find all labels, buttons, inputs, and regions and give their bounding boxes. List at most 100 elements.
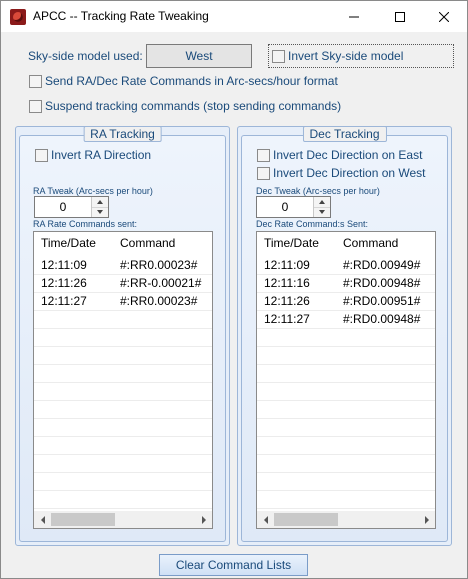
invert-dec-east-checkbox[interactable]: Invert Dec Direction on East xyxy=(257,148,422,162)
sky-model-value: West xyxy=(146,44,252,68)
chevron-up-icon xyxy=(319,200,325,204)
invert-dec-west-checkbox[interactable]: Invert Dec Direction on West xyxy=(257,166,426,180)
empty-row xyxy=(257,401,435,419)
dec-tracking-group: Dec Tracking Invert Dec Direction on Eas… xyxy=(237,126,452,546)
chevron-down-icon xyxy=(97,210,103,214)
dec-tweak-spinner[interactable]: 0 xyxy=(256,196,331,218)
dec-tracking-title: Dec Tracking xyxy=(302,126,387,142)
table-row[interactable]: 12:11:09 #:RD0.00949# xyxy=(257,257,435,275)
app-window: APCC -- Tracking Rate Tweaking Sky-side … xyxy=(0,0,468,579)
table-row[interactable]: 12:11:09 #:RR0.00023# xyxy=(34,257,212,275)
empty-row xyxy=(34,455,212,473)
clear-command-lists-button[interactable]: Clear Command Lists xyxy=(159,554,308,576)
column-header-time[interactable]: Time/Date xyxy=(264,232,319,254)
command-cell: #:RR0.00023# xyxy=(120,258,198,272)
spinner-down-button[interactable] xyxy=(92,207,108,217)
horizontal-scrollbar[interactable] xyxy=(257,511,435,528)
checkbox-box[interactable] xyxy=(29,74,42,88)
suspend-tracking-label: Suspend tracking commands (stop sending … xyxy=(45,99,342,113)
column-header-command[interactable]: Command xyxy=(120,232,175,254)
column-header-time[interactable]: Time/Date xyxy=(41,232,96,254)
sky-model-label: Sky-side model used: xyxy=(28,49,143,63)
dec-commands-list[interactable]: Time/Date Command 12:11:09 #:RD0.00949# … xyxy=(256,231,436,529)
empty-row xyxy=(257,491,435,509)
table-row[interactable]: 12:11:26 #:RR-0.00021# xyxy=(34,275,212,293)
ra-sent-label: RA Rate Commands sent: xyxy=(33,219,138,229)
time-cell: 12:11:26 xyxy=(264,294,310,308)
list-header: Time/Date Command xyxy=(34,232,212,254)
empty-row xyxy=(257,473,435,491)
empty-row xyxy=(34,329,212,347)
spinner-arrows xyxy=(91,197,108,217)
chevron-left-icon xyxy=(40,515,45,524)
time-cell: 12:11:27 xyxy=(41,294,87,308)
scroll-right-button[interactable] xyxy=(418,511,435,528)
dec-tweak-label: Dec Tweak (Arc-secs per hour) xyxy=(256,186,380,196)
checkbox-box[interactable] xyxy=(257,166,270,180)
close-icon xyxy=(439,11,449,22)
empty-row xyxy=(34,473,212,491)
send-arcsecs-label: Send RA/Dec Rate Commands in Arc-secs/ho… xyxy=(45,74,338,88)
scrollbar-thumb[interactable] xyxy=(274,513,338,526)
command-cell: #:RD0.00948# xyxy=(343,276,421,290)
dec-tweak-value[interactable]: 0 xyxy=(257,197,313,217)
command-cell: #:RR-0.00021# xyxy=(120,276,202,290)
invert-sky-model-label: Invert Sky-side model xyxy=(288,49,404,63)
spinner-down-button[interactable] xyxy=(314,207,330,217)
command-cell: #:RD0.00948# xyxy=(343,312,421,326)
table-row[interactable]: 12:11:16 #:RD0.00948# xyxy=(257,275,435,293)
table-row[interactable]: 12:11:26 #:RD0.00951# xyxy=(257,293,435,311)
close-button[interactable] xyxy=(421,1,467,32)
checkbox-box[interactable] xyxy=(272,49,285,63)
time-cell: 12:11:16 xyxy=(264,276,310,290)
table-row[interactable]: 12:11:27 #:RR0.00023# xyxy=(34,293,212,311)
empty-row xyxy=(34,311,212,329)
time-cell: 12:11:26 xyxy=(41,276,87,290)
empty-row xyxy=(257,347,435,365)
ra-tweak-label: RA Tweak (Arc-secs per hour) xyxy=(33,186,153,196)
empty-row xyxy=(257,437,435,455)
scroll-left-button[interactable] xyxy=(34,511,51,528)
empty-row xyxy=(257,419,435,437)
suspend-tracking-checkbox[interactable]: Suspend tracking commands (stop sending … xyxy=(29,99,341,113)
checkbox-box[interactable] xyxy=(29,99,42,113)
table-row[interactable]: 12:11:27 #:RD0.00948# xyxy=(257,311,435,329)
chevron-right-icon xyxy=(201,515,206,524)
window-title: APCC -- Tracking Rate Tweaking xyxy=(33,9,209,23)
scrollbar-thumb[interactable] xyxy=(51,513,115,526)
time-cell: 12:11:09 xyxy=(41,258,87,272)
title-bar: APCC -- Tracking Rate Tweaking xyxy=(1,1,467,32)
minimize-button[interactable] xyxy=(331,1,377,32)
list-header: Time/Date Command xyxy=(257,232,435,254)
ra-tweak-value[interactable]: 0 xyxy=(35,197,91,217)
command-cell: #:RD0.00949# xyxy=(343,258,421,272)
app-icon xyxy=(10,9,26,25)
invert-sky-model-row[interactable]: Invert Sky-side model xyxy=(272,49,403,63)
empty-row xyxy=(34,365,212,383)
checkbox-box[interactable] xyxy=(35,148,48,162)
empty-row xyxy=(257,329,435,347)
time-cell: 12:11:09 xyxy=(264,258,310,272)
command-cell: #:RD0.00951# xyxy=(343,294,421,308)
checkbox-box[interactable] xyxy=(257,148,270,162)
chevron-left-icon xyxy=(263,515,268,524)
invert-ra-checkbox[interactable]: Invert RA Direction xyxy=(35,148,151,162)
horizontal-scrollbar[interactable] xyxy=(34,511,212,528)
empty-row xyxy=(257,365,435,383)
spinner-arrows xyxy=(313,197,330,217)
client-area: Sky-side model used: West Invert Sky-sid… xyxy=(1,32,467,578)
scroll-left-button[interactable] xyxy=(257,511,274,528)
ra-tweak-spinner[interactable]: 0 xyxy=(34,196,109,218)
dec-sent-label: Dec Rate Command:s Sent: xyxy=(256,219,369,229)
send-arcsecs-checkbox[interactable]: Send RA/Dec Rate Commands in Arc-secs/ho… xyxy=(29,74,338,88)
maximize-button[interactable] xyxy=(377,1,423,32)
ra-commands-list[interactable]: Time/Date Command 12:11:09 #:RR0.00023# … xyxy=(33,231,213,529)
chevron-down-icon xyxy=(319,210,325,214)
column-header-command[interactable]: Command xyxy=(343,232,398,254)
empty-row xyxy=(34,419,212,437)
invert-sky-model-checkbox[interactable]: Invert Sky-side model xyxy=(268,44,454,68)
chevron-up-icon xyxy=(97,200,103,204)
ra-tracking-title: RA Tracking xyxy=(83,126,162,142)
scroll-right-button[interactable] xyxy=(195,511,212,528)
empty-row xyxy=(34,437,212,455)
